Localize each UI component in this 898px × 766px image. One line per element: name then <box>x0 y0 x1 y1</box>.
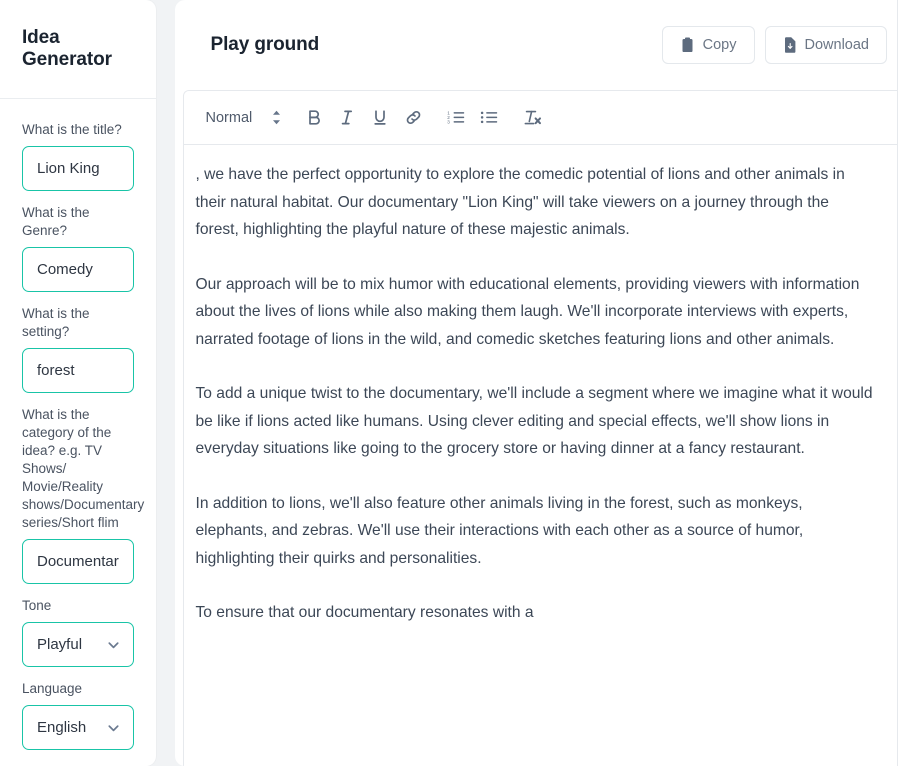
label-title: What is the title? <box>22 122 122 137</box>
field-title: What is the title? <box>22 121 134 191</box>
header-actions: Copy Download <box>661 26 887 64</box>
file-download-icon <box>783 37 797 53</box>
download-button[interactable]: Download <box>764 26 887 64</box>
tone-select[interactable]: Playful <box>22 622 134 667</box>
bullet-list-icon[interactable] <box>474 103 504 133</box>
field-language: Language English <box>22 680 134 750</box>
link-icon[interactable] <box>398 103 428 133</box>
download-label: Download <box>804 37 870 53</box>
field-genre: What is the Genre? <box>22 204 134 292</box>
italic-button[interactable] <box>332 103 362 133</box>
left-panel-header: Idea Generator <box>0 0 156 99</box>
rich-text-editor: Normal 1 2 3 , we have the perfect oppor… <box>182 90 897 766</box>
label-genre: What is the Genre? <box>22 205 90 238</box>
playground-title: Play ground <box>210 34 320 55</box>
field-setting: What is the setting? <box>22 305 134 393</box>
genre-input[interactable] <box>22 247 134 292</box>
underline-button[interactable] <box>365 103 395 133</box>
category-input[interactable] <box>22 539 134 584</box>
tone-select-wrapper[interactable]: Playful <box>22 622 134 667</box>
up-down-chevron-icon <box>272 110 281 125</box>
clear-formatting-icon[interactable] <box>517 103 547 133</box>
editor-toolbar: Normal 1 2 3 <box>183 91 897 145</box>
document-paragraph: In addition to lions, we'll also feature… <box>195 494 804 567</box>
bold-button[interactable] <box>299 103 329 133</box>
document-paragraph: To ensure that our documentary resonates… <box>195 604 534 621</box>
title-input[interactable] <box>22 146 134 191</box>
block-format-label: Normal <box>205 109 253 126</box>
block-format-select[interactable]: Normal <box>198 103 288 133</box>
label-language: Language <box>22 681 83 696</box>
idea-generator-form: What is the title? What is the Genre? Wh… <box>0 99 156 766</box>
page-title: Idea Generator <box>22 27 112 70</box>
document-paragraph: , we have the perfect opportunity to exp… <box>195 166 845 238</box>
app-root: Idea Generator What is the title? What i… <box>0 0 898 766</box>
label-tone: Tone <box>22 598 52 613</box>
field-category: What is the category of the idea? e.g. T… <box>22 406 145 584</box>
setting-input[interactable] <box>22 348 134 393</box>
copy-button[interactable]: Copy <box>661 26 755 64</box>
field-tone: Tone Playful <box>22 597 134 667</box>
language-select[interactable]: English <box>22 705 134 750</box>
language-select-wrapper[interactable]: English <box>22 705 134 750</box>
document-paragraph: To add a unique twist to the documentary… <box>195 385 873 457</box>
idea-generator-panel: Idea Generator What is the title? What i… <box>0 0 156 766</box>
editor-content[interactable]: , we have the perfect opportunity to exp… <box>183 145 897 766</box>
right-panel-header: Play ground Copy Download <box>175 0 898 90</box>
panel-divider <box>156 0 175 766</box>
document-paragraph: Our approach will be to mix humor with e… <box>195 275 860 348</box>
label-category: What is the category of the idea? e.g. T… <box>22 407 145 530</box>
ordered-list-icon[interactable]: 1 2 3 <box>441 103 471 133</box>
svg-text:3: 3 <box>448 119 451 124</box>
label-setting: What is the setting? <box>22 306 90 339</box>
clipboard-icon <box>680 37 695 53</box>
playground-panel: Play ground Copy Download Normal 1 2 3 ,… <box>174 0 898 766</box>
copy-label: Copy <box>702 37 737 53</box>
